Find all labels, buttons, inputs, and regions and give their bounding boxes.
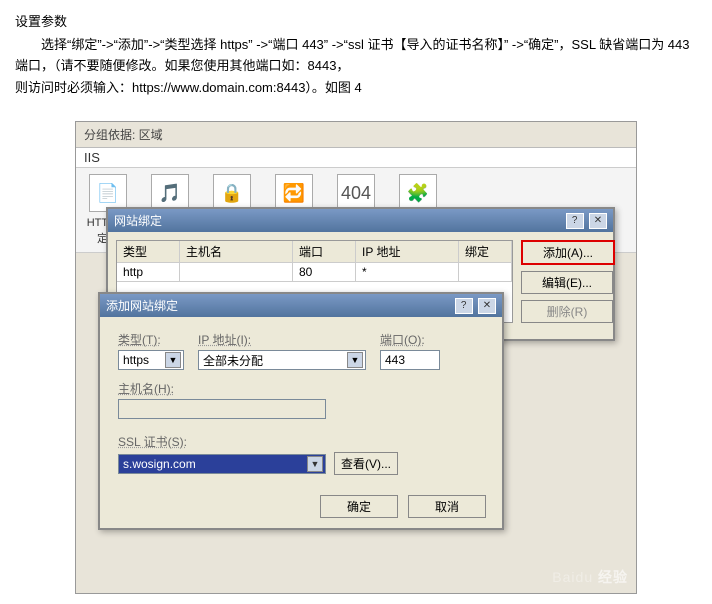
col-binding: 绑定 (459, 241, 512, 262)
table-row[interactable]: http 80 * (117, 263, 512, 282)
type-select[interactable]: https▼ (118, 350, 184, 370)
host-input (118, 399, 326, 419)
iis-screenshot: 分组依据: 区域 IIS 📄HTTP 重定向 🎵MIME 类型 🔒SSL 设置 … (75, 121, 637, 594)
port-input[interactable]: 443 (380, 350, 440, 370)
add-button[interactable]: 添加(A)... (521, 240, 615, 265)
chevron-down-icon: ▼ (165, 352, 181, 368)
ip-select[interactable]: 全部未分配▼ (198, 350, 366, 370)
chevron-down-icon: ▼ (347, 352, 363, 368)
doc-line1: 选择“绑定”->“添加”->“类型选择 https” ->“端口 443” ->… (15, 35, 697, 77)
col-type: 类型 (117, 241, 180, 262)
top-clipped-label: 分组依据: 区域 (76, 122, 636, 148)
view-button[interactable]: 查看(V)... (334, 452, 398, 475)
doc-heading: 设置参数 (15, 12, 697, 33)
ok-button[interactable]: 确定 (320, 495, 398, 518)
cancel-button[interactable]: 取消 (408, 495, 486, 518)
close-icon[interactable]: ✕ (589, 213, 607, 229)
doc-line2: 则访问时必须输入：https://www.domain.com:8443）。如图… (15, 78, 697, 99)
label-ip: IP 地址(I): (198, 331, 366, 348)
group-header-iis: IIS (76, 148, 636, 168)
col-port: 端口 (293, 241, 356, 262)
help-icon[interactable]: ? (455, 298, 473, 314)
chevron-down-icon: ▼ (307, 456, 323, 472)
col-ip: IP 地址 (356, 241, 459, 262)
watermark: Baidu 经验 (552, 567, 628, 587)
edit-button[interactable]: 编辑(E)... (521, 271, 613, 294)
label-type: 类型(T): (118, 331, 184, 348)
bindings-title: 网站绑定 (114, 212, 162, 229)
window-add-binding: 添加网站绑定 ? ✕ 类型(T): https▼ IP 地址(I): 全部未分配… (98, 292, 504, 530)
label-ssl: SSL 证书(S): (118, 433, 484, 450)
help-icon[interactable]: ? (566, 213, 584, 229)
close-icon[interactable]: ✕ (478, 298, 496, 314)
label-port: 端口(O): (380, 331, 440, 348)
col-host: 主机名 (180, 241, 293, 262)
delete-button: 删除(R) (521, 300, 613, 323)
label-host: 主机名(H): (118, 380, 484, 397)
add-binding-title: 添加网站绑定 (106, 297, 178, 314)
ssl-cert-select[interactable]: s.wosign.com▼ (118, 454, 326, 474)
